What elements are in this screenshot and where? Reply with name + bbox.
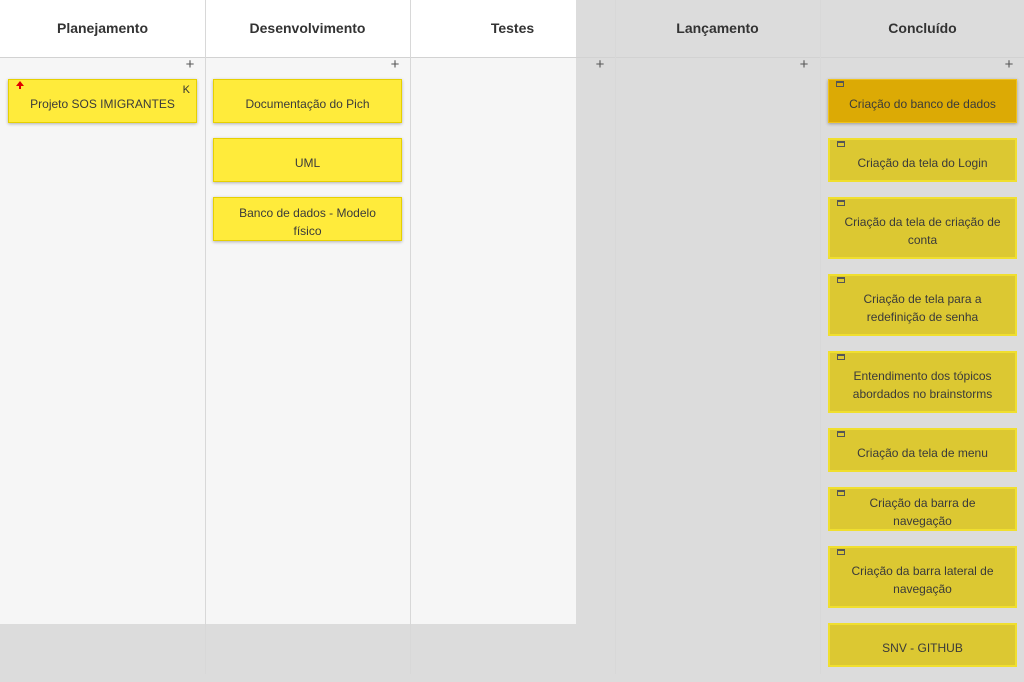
card-label: UML xyxy=(294,156,321,170)
add-card-button[interactable]: + xyxy=(1002,57,1016,72)
card-label: Entendimento dos tópicos abordados no br… xyxy=(852,369,993,401)
card-criacao-barra-navegacao[interactable]: Criação da barra de navegação xyxy=(828,487,1017,531)
card-projeto-sos-imigrantes[interactable]: K Projeto SOS IMIGRANTES xyxy=(8,79,197,123)
card-criacao-tela-criacao-conta[interactable]: Criação da tela de criação de conta xyxy=(828,197,1017,259)
priority-up-icon xyxy=(16,81,24,89)
card-label: Criação da tela de criação de conta xyxy=(844,215,1001,247)
calendar-icon xyxy=(837,549,845,555)
card-label: Banco de dados - Modelo físico xyxy=(239,206,376,238)
card-banco-dados-modelo-fisico[interactable]: Banco de dados - Modelo físico xyxy=(213,197,402,241)
calendar-icon xyxy=(837,354,845,360)
card-documentacao-pich[interactable]: Documentação do Pich xyxy=(213,79,402,123)
column-desenvolvimento: Desenvolvimento + Documentação do Pich U… xyxy=(205,0,411,674)
add-card-button[interactable]: + xyxy=(593,57,607,72)
card-criacao-tela-redefinicao-senha[interactable]: Criação de tela para a redefinição de se… xyxy=(828,274,1017,336)
add-card-button[interactable]: + xyxy=(183,57,197,72)
card-snv-github[interactable]: SNV - GITHUB xyxy=(828,623,1017,667)
calendar-icon xyxy=(837,431,845,437)
calendar-icon xyxy=(837,490,845,496)
column-lancamento: Lançamento + xyxy=(615,0,821,674)
card-initial: K xyxy=(182,84,190,96)
column-planejamento: Planejamento + K Projeto SOS IMIGRANTES xyxy=(0,0,206,674)
card-label: Criação de tela para a redefinição de se… xyxy=(863,292,982,324)
card-criacao-barra-lateral-navegacao[interactable]: Criação da barra lateral de navegação xyxy=(828,546,1017,608)
column-title: Desenvolvimento xyxy=(249,20,366,36)
card-uml[interactable]: UML xyxy=(213,138,402,182)
column-title: Lançamento xyxy=(676,20,759,36)
add-card-button[interactable]: + xyxy=(797,57,811,72)
card-label: Projeto SOS IMIGRANTES xyxy=(30,97,175,111)
card-criacao-tela-login[interactable]: Criação da tela do Login xyxy=(828,138,1017,182)
card-label: Criação da tela de menu xyxy=(857,446,988,460)
card-criacao-tela-menu[interactable]: Criação da tela de menu xyxy=(828,428,1017,472)
card-label: Documentação do Pich xyxy=(245,97,370,111)
card-criacao-banco-dados[interactable]: Criação do banco de dados xyxy=(828,79,1017,123)
calendar-icon xyxy=(837,277,845,283)
calendar-icon xyxy=(837,200,845,206)
card-label: SNV - GITHUB xyxy=(882,641,963,655)
column-title: Planejamento xyxy=(56,20,149,36)
column-concluido: Concluído + Criação do banco de dados Cr… xyxy=(820,0,1024,674)
card-entendimento-topicos[interactable]: Entendimento dos tópicos abordados no br… xyxy=(828,351,1017,413)
calendar-icon xyxy=(836,81,844,87)
card-label: Criação da tela do Login xyxy=(857,156,988,170)
card-label: Criação do banco de dados xyxy=(849,97,996,111)
column-testes: Testes + xyxy=(410,0,616,674)
card-label: Criação da barra lateral de navegação xyxy=(851,564,994,596)
add-card-button[interactable]: + xyxy=(388,57,402,72)
card-label: Criação da barra de navegação xyxy=(869,496,976,528)
column-title: Concluído xyxy=(888,20,957,36)
calendar-icon xyxy=(837,141,845,147)
column-title: Testes xyxy=(490,20,535,36)
